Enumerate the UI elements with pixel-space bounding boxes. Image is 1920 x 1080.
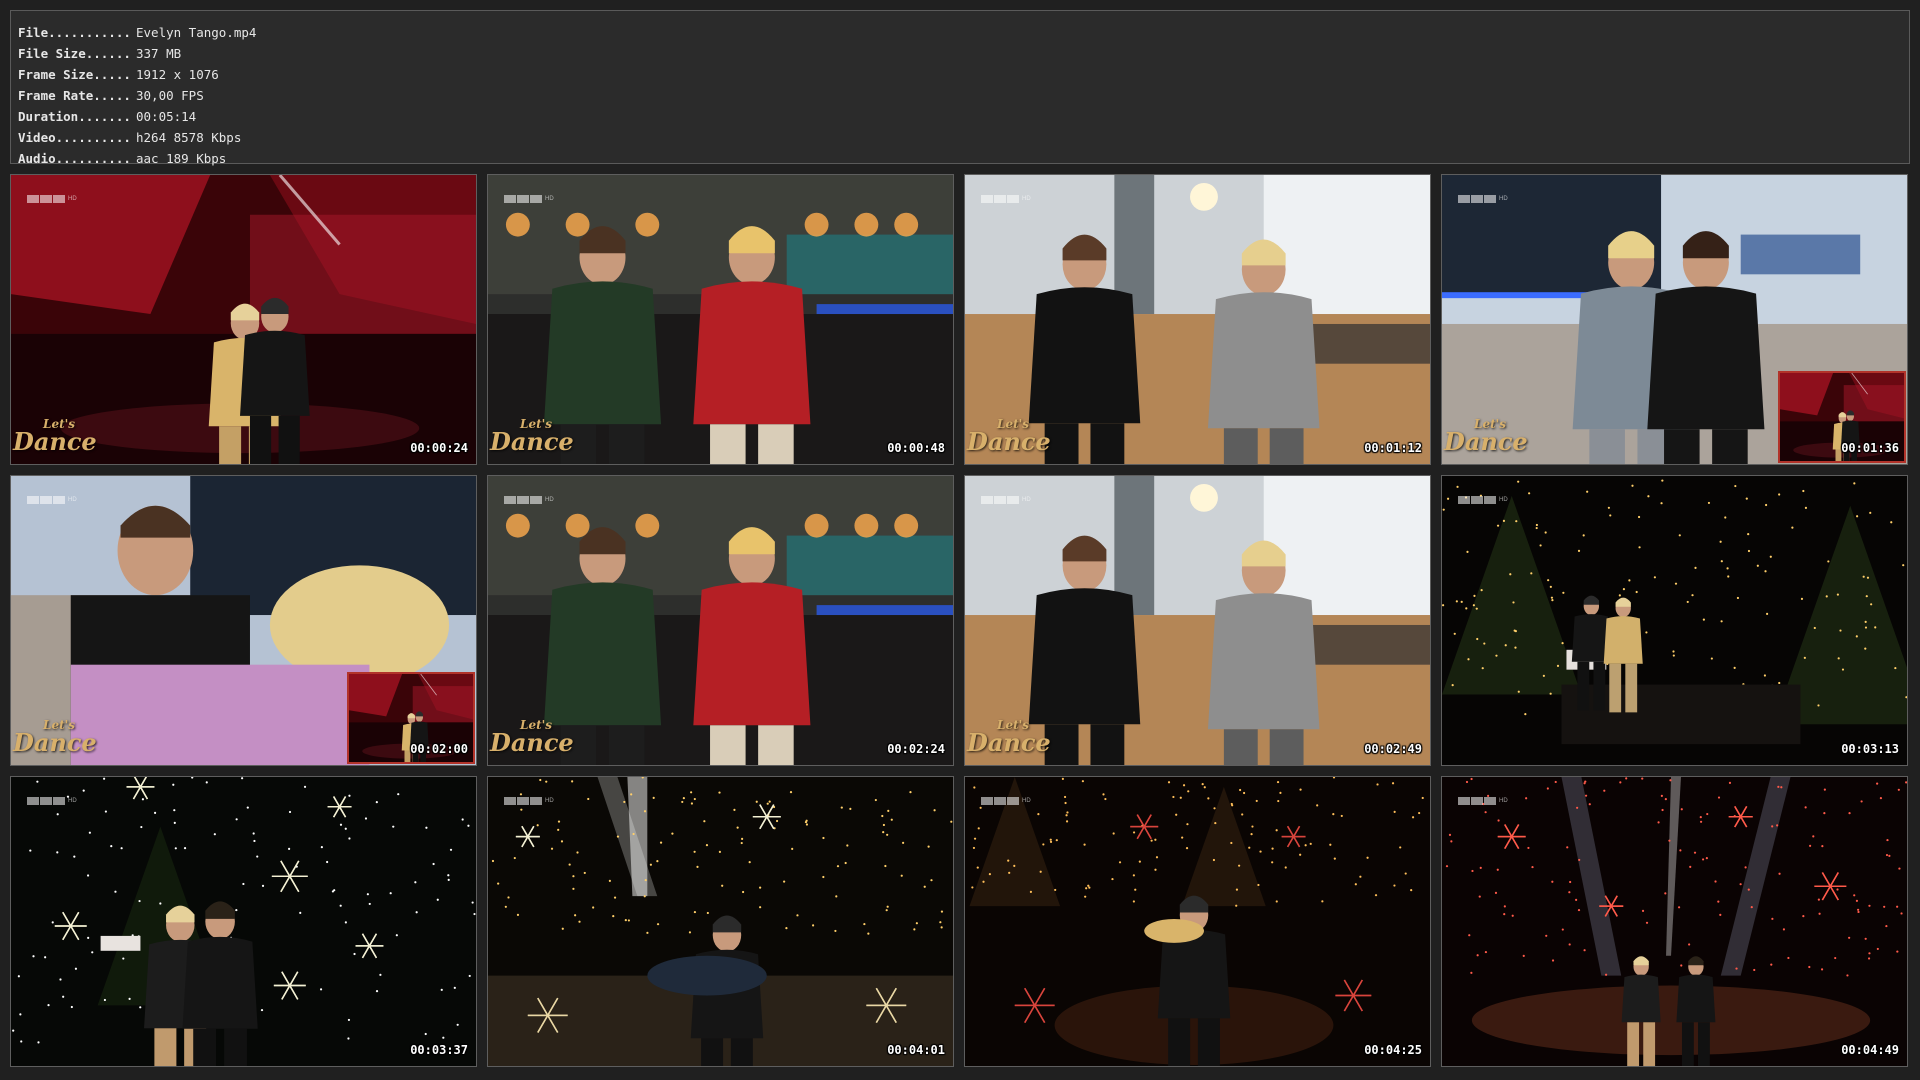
- video-thumbnail[interactable]: HD 00:04:25: [964, 776, 1431, 1067]
- info-row: File........... Evelyn Tango.mp4: [18, 22, 1909, 43]
- timestamp: 00:02:49: [1364, 742, 1422, 756]
- video-thumbnail[interactable]: HD Let's Dance 00:00:48: [487, 174, 954, 465]
- video-thumbnail[interactable]: HD Let's Dance 00:01:12: [964, 174, 1431, 465]
- info-key: Audio..........: [18, 151, 131, 166]
- broadcaster-logo: HD: [504, 797, 554, 805]
- info-row: Audio.......... aac 189 Kbps: [18, 148, 1909, 169]
- broadcaster-logo: HD: [981, 195, 1031, 203]
- info-row: Frame Size..... 1912 x 1076: [18, 64, 1909, 85]
- info-key: Frame Size.....: [18, 67, 131, 82]
- broadcaster-logo: HD: [981, 797, 1031, 805]
- broadcaster-logo: HD: [1458, 496, 1508, 504]
- broadcaster-logo: HD: [27, 496, 77, 504]
- show-logo: Let's Dance: [967, 417, 1051, 456]
- info-value: 337 MB: [136, 46, 182, 61]
- video-thumbnail[interactable]: HD Let's Dance 00:01:36: [1441, 174, 1908, 465]
- info-row: Video.......... h264 8578 Kbps: [18, 127, 1909, 148]
- broadcaster-logo: HD: [27, 797, 77, 805]
- info-value: 1912 x 1076: [136, 67, 219, 82]
- info-row: Frame Rate..... 30,00 FPS: [18, 85, 1909, 106]
- info-key: File...........: [18, 25, 131, 40]
- timestamp: 00:04:49: [1841, 1043, 1899, 1057]
- broadcaster-logo: HD: [504, 496, 554, 504]
- show-logo: Let's Dance: [13, 718, 97, 757]
- broadcaster-logo: HD: [27, 195, 77, 203]
- info-value: 30,00 FPS: [136, 88, 204, 103]
- broadcaster-logo: HD: [1458, 195, 1508, 203]
- info-row: Duration....... 00:05:14: [18, 106, 1909, 127]
- timestamp: 00:00:48: [887, 441, 945, 455]
- thumbnail-grid: HD Let's Dance 00:00:24 HD Let's Dance 00:00:4…: [10, 174, 1910, 1071]
- show-logo: Let's Dance: [967, 718, 1051, 757]
- video-thumbnail[interactable]: HD 00:04:49: [1441, 776, 1908, 1067]
- show-logo: Let's Dance: [13, 417, 97, 456]
- broadcaster-logo: HD: [981, 496, 1031, 504]
- info-key: Video..........: [18, 130, 131, 145]
- video-thumbnail[interactable]: HD 00:04:01: [487, 776, 954, 1067]
- info-key: Frame Rate.....: [18, 88, 131, 103]
- broadcaster-logo: HD: [1458, 797, 1508, 805]
- show-logo: Let's Dance: [1444, 417, 1528, 456]
- video-thumbnail[interactable]: HD Let's Dance 00:02:24: [487, 475, 954, 766]
- video-thumbnail[interactable]: HD Let's Dance 00:02:49: [964, 475, 1431, 766]
- video-thumbnail[interactable]: HD 00:03:13: [1441, 475, 1908, 766]
- timestamp: 00:01:12: [1364, 441, 1422, 455]
- info-key: File Size......: [18, 46, 131, 61]
- video-thumbnail[interactable]: HD Let's Dance 00:02:00: [10, 475, 477, 766]
- timestamp: 00:04:01: [887, 1043, 945, 1057]
- info-value: 00:05:14: [136, 109, 197, 124]
- info-row: File Size...... 337 MB: [18, 43, 1909, 64]
- broadcaster-logo: HD: [504, 195, 554, 203]
- info-key: Duration.......: [18, 109, 131, 124]
- video-thumbnail[interactable]: HD 00:03:37: [10, 776, 477, 1067]
- timestamp: 00:04:25: [1364, 1043, 1422, 1057]
- timestamp: 00:02:24: [887, 742, 945, 756]
- video-thumbnail[interactable]: HD Let's Dance 00:00:24: [10, 174, 477, 465]
- timestamp: 00:01:36: [1841, 441, 1899, 455]
- timestamp: 00:00:24: [410, 441, 468, 455]
- show-logo: Let's Dance: [490, 718, 574, 757]
- info-value: Evelyn Tango.mp4: [136, 25, 257, 40]
- media-info-panel: File........... Evelyn Tango.mp4 File Size…: [10, 10, 1910, 166]
- timestamp: 00:03:37: [410, 1043, 468, 1057]
- contact-sheet: File........... Evelyn Tango.mp4 File Size…: [0, 0, 1920, 1080]
- info-value: h264 8578 Kbps: [136, 130, 242, 145]
- timestamp: 00:02:00: [410, 742, 468, 756]
- timestamp: 00:03:13: [1841, 742, 1899, 756]
- show-logo: Let's Dance: [490, 417, 574, 456]
- info-value: aac 189 Kbps: [136, 151, 227, 166]
